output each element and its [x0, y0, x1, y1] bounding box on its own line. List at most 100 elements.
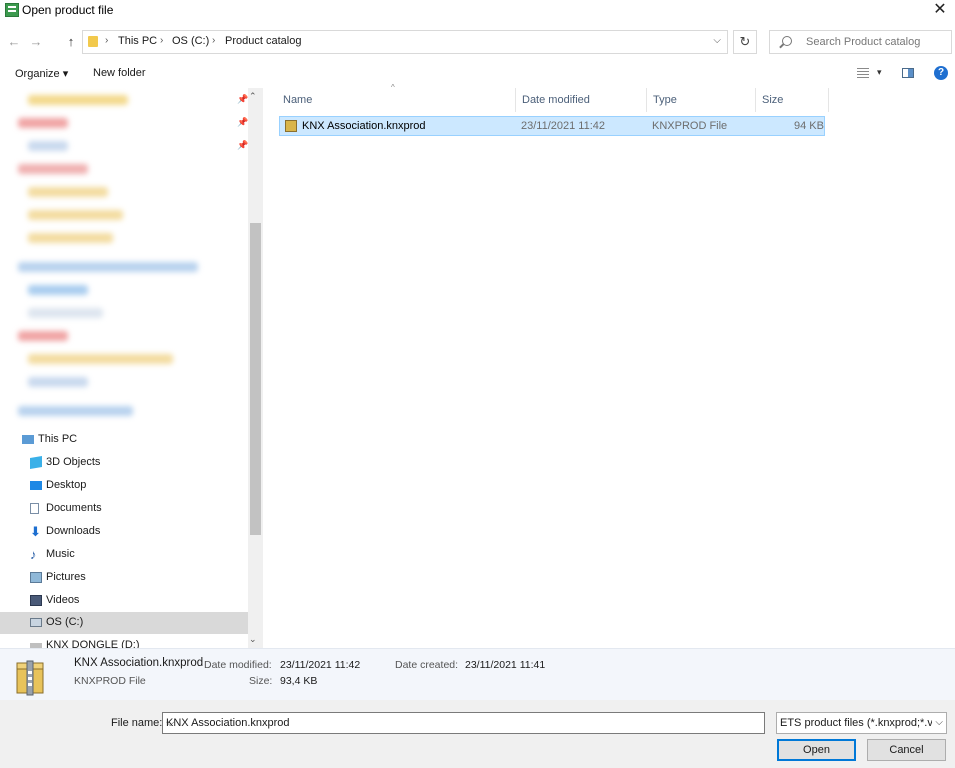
breadcrumb-product-catalog[interactable]: Product catalog	[225, 35, 301, 47]
nav-item-label: 3D Objects	[46, 456, 101, 468]
pin-icon[interactable]: 📌	[237, 94, 248, 105]
blurred-item	[28, 210, 123, 220]
nav-item-label: Music	[46, 548, 75, 560]
blurred-item	[28, 95, 128, 105]
blurred-item	[18, 164, 88, 174]
file-name-input[interactable]: KNX Association.knxprod ⌵	[162, 712, 765, 734]
file-type-filter-select[interactable]: ETS product files (*.knxprod;*.vd> ⌵	[776, 712, 947, 734]
refresh-button[interactable]: ↻	[733, 30, 757, 54]
chevron-down-icon[interactable]: ⌵	[935, 717, 943, 728]
help-icon[interactable]: ?	[934, 66, 948, 80]
picture-icon	[30, 572, 42, 583]
nav-item-knx-dongle[interactable]: KNX DONGLE (D:)	[0, 635, 248, 648]
file-date-modified: 23/11/2021 11:42	[521, 120, 606, 132]
nav-item-label: Downloads	[46, 525, 101, 537]
chevron-right-icon: ›	[160, 35, 164, 46]
drive-icon	[30, 618, 42, 627]
navigation-bar: ← → ↑ › This PC › OS (C:) › Product cata…	[0, 26, 955, 58]
cancel-button[interactable]: Cancel	[867, 739, 946, 761]
pin-icon[interactable]: 📌	[237, 117, 248, 128]
blurred-item	[28, 354, 173, 364]
open-button[interactable]: Open	[777, 739, 856, 761]
details-pane: KNX Association.knxprod KNXPROD File Dat…	[0, 648, 955, 701]
blurred-item	[28, 187, 108, 197]
preview-pane-icon[interactable]	[902, 68, 914, 78]
app-icon	[5, 3, 19, 17]
nav-item-3d-objects[interactable]: 3D Objects	[0, 452, 248, 474]
folder-icon	[88, 36, 98, 47]
chevron-right-icon: ›	[212, 35, 216, 46]
column-header-type[interactable]: Type	[647, 88, 756, 112]
blurred-item	[18, 118, 68, 128]
organize-button[interactable]: Organize ▾	[15, 67, 68, 80]
blurred-item	[28, 233, 113, 243]
nav-item-downloads[interactable]: ⬇ Downloads	[0, 521, 248, 543]
up-icon[interactable]: ↑	[63, 34, 79, 50]
scroll-down-icon[interactable]: ⌄	[249, 634, 257, 645]
details-size-label: Size:	[249, 675, 273, 687]
forward-icon[interactable]: →	[28, 34, 44, 50]
chevron-down-icon[interactable]: ▾	[877, 67, 882, 78]
column-header-label: Size	[762, 94, 784, 106]
new-folder-button[interactable]: New folder	[93, 67, 146, 79]
details-created-value: 23/11/2021 11:41	[465, 659, 546, 671]
nav-item-this-pc[interactable]: This PC	[0, 429, 248, 451]
title-bar: Open product file ✕	[0, 0, 955, 22]
column-header-size[interactable]: Size	[756, 88, 829, 112]
nav-item-music[interactable]: ♪ Music	[0, 544, 248, 566]
nav-item-os-c[interactable]: OS (C:)	[0, 612, 248, 634]
cube-icon	[30, 455, 42, 470]
details-modified-label: Date modified:	[204, 659, 272, 671]
close-button[interactable]: ✕	[925, 0, 955, 22]
details-created-label: Date created:	[395, 659, 459, 671]
view-options-icon[interactable]	[857, 68, 869, 78]
computer-icon	[22, 435, 34, 444]
file-type: KNXPROD File	[652, 120, 728, 132]
address-bar[interactable]: › This PC › OS (C:) › Product catalog ⌵	[82, 30, 728, 54]
nav-item-videos[interactable]: Videos	[0, 590, 248, 612]
details-modified-value: 23/11/2021 11:42	[280, 659, 361, 671]
nav-item-label: Documents	[46, 502, 102, 514]
blurred-item	[28, 285, 88, 295]
search-input[interactable]: Search Product catalog	[769, 30, 952, 54]
chevron-right-icon: ›	[105, 35, 109, 46]
blurred-item	[18, 406, 133, 416]
dialog-footer: File name: KNX Association.knxprod ⌵ ETS…	[0, 700, 955, 768]
blurred-item	[28, 141, 68, 151]
window-title: Open product file	[22, 3, 114, 17]
nav-item-label: Desktop	[46, 479, 87, 491]
nav-item-label: OS (C:)	[46, 616, 84, 628]
nav-item-label: KNX DONGLE (D:)	[46, 639, 140, 648]
command-bar: Organize ▾ New folder ▾ ?	[0, 62, 955, 86]
column-header-name[interactable]: Name	[277, 88, 516, 112]
breadcrumb-os-c[interactable]: OS (C:)	[172, 35, 209, 47]
blurred-item	[28, 308, 103, 318]
blurred-item	[18, 331, 68, 341]
music-note-icon: ♪	[30, 547, 37, 562]
chevron-down-icon[interactable]: ⌵	[166, 717, 759, 730]
file-archive-icon	[285, 120, 297, 132]
blurred-item	[18, 262, 198, 272]
video-icon	[30, 595, 42, 606]
details-size-value: 93,4 KB	[280, 675, 318, 687]
column-header-label: Name	[283, 94, 313, 106]
nav-item-desktop[interactable]: Desktop	[0, 475, 248, 497]
document-icon	[30, 503, 39, 514]
blurred-item	[28, 377, 88, 387]
file-archive-icon	[16, 660, 44, 696]
scroll-up-icon[interactable]: ⌃	[249, 91, 257, 102]
column-header-date-modified[interactable]: Date modified	[516, 88, 647, 112]
chevron-down-icon[interactable]: ⌵	[713, 35, 721, 46]
breadcrumb-this-pc[interactable]: This PC	[118, 35, 157, 47]
table-row[interactable]: KNX Association.knxprod 23/11/2021 11:42…	[279, 116, 825, 136]
column-header-label: Date modified	[522, 94, 590, 106]
back-icon[interactable]: ←	[6, 34, 22, 50]
navigation-pane: 📌 📌 📌 This PC 3D Objects Desktop Documen…	[0, 88, 263, 648]
file-name: KNX Association.knxprod	[302, 120, 426, 132]
pin-icon[interactable]: 📌	[237, 140, 248, 151]
download-arrow-icon: ⬇	[30, 524, 41, 539]
nav-item-documents[interactable]: Documents	[0, 498, 248, 520]
nav-item-pictures[interactable]: Pictures	[0, 567, 248, 589]
nav-scrollbar-thumb[interactable]	[250, 223, 261, 535]
search-icon	[782, 36, 792, 46]
